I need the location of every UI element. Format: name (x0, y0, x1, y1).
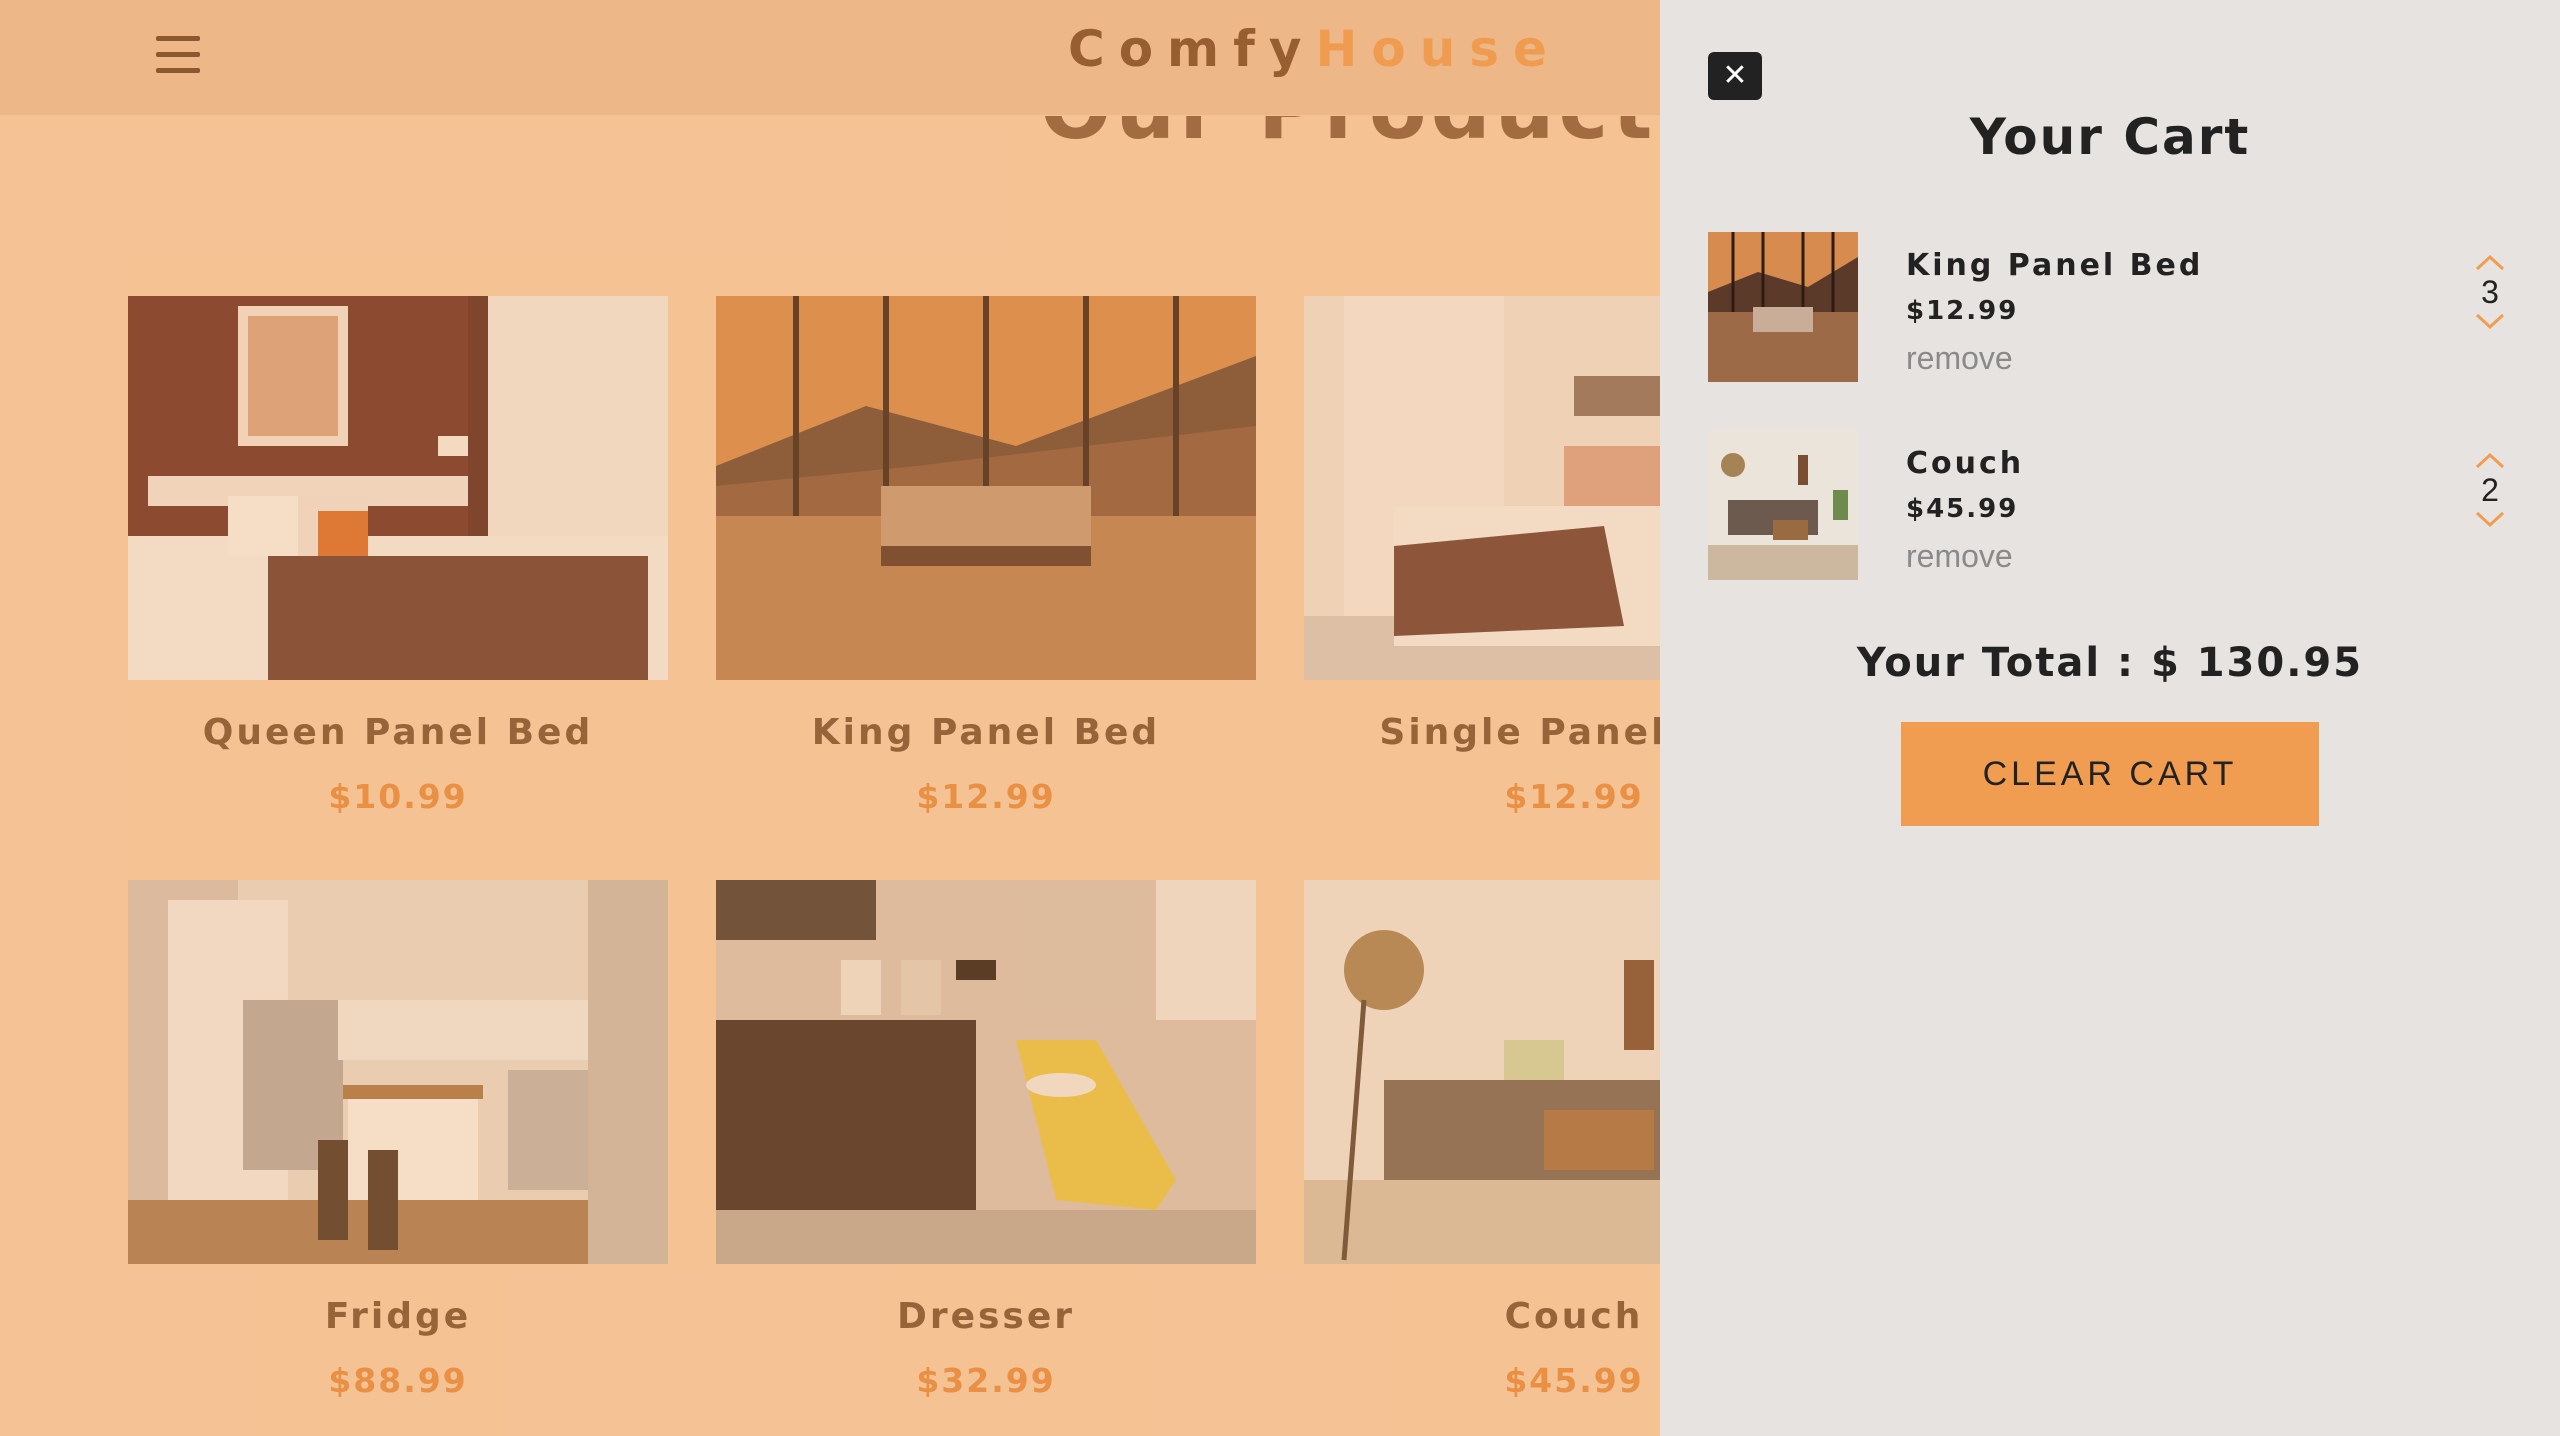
cart-item: Couch $45.99 remove 2 (1708, 430, 2528, 582)
cart-total: Your Total : $ 130.95 (1856, 640, 2364, 686)
product-price: $12.99 (916, 777, 1056, 816)
close-icon[interactable]: ✕ (1708, 52, 1762, 100)
cart-item-image (1708, 430, 1858, 580)
product-image[interactable] (128, 296, 668, 680)
product-price: $45.99 (1504, 1361, 1644, 1400)
product-name: Couch (1504, 1296, 1644, 1337)
remove-button[interactable]: remove (1906, 340, 2013, 377)
quantity-value: 2 (2481, 472, 2499, 508)
logo-part2: House (1315, 20, 1561, 78)
cart-item: King Panel Bed $12.99 remove 3 (1708, 232, 2528, 384)
product-card[interactable]: Single Panel Bed $12.99 (1304, 296, 1660, 816)
cart-item-price: $45.99 (1906, 494, 2019, 524)
product-price: $12.99 (1504, 777, 1644, 816)
product-card[interactable]: Couch $45.99 (1304, 880, 1660, 1400)
chevron-down-icon[interactable] (2474, 510, 2506, 530)
chevron-up-icon[interactable] (2474, 252, 2506, 272)
product-name: Queen Panel Bed (202, 712, 594, 753)
cart-item-image (1708, 232, 1858, 382)
product-card[interactable]: Fridge $88.99 (128, 880, 668, 1400)
chevron-down-icon[interactable] (2474, 312, 2506, 332)
navbar: ComfyHouse (0, 0, 1660, 115)
cart-item-price: $12.99 (1906, 296, 2019, 326)
product-image[interactable] (716, 880, 1256, 1264)
product-name: Single Panel Bed (1379, 712, 1660, 753)
product-name: King Panel Bed (811, 712, 1161, 753)
product-card[interactable]: King Panel Bed $12.99 (716, 296, 1256, 816)
quantity-value: 3 (2481, 274, 2499, 310)
quantity-stepper: 2 (2466, 450, 2514, 530)
menu-icon[interactable] (156, 36, 200, 76)
products-page: Our Products Queen Panel Bed $10.99 (0, 0, 1660, 1436)
product-price: $10.99 (328, 777, 468, 816)
logo-part1: Comfy (1068, 20, 1316, 78)
product-image[interactable] (716, 296, 1256, 680)
product-name: Fridge (324, 1296, 472, 1337)
cart-title: Your Cart (1969, 108, 2251, 166)
chevron-up-icon[interactable] (2474, 450, 2506, 470)
cart-panel: ✕ Your Cart King Panel Bed $12.99 remove… (1660, 0, 2560, 1436)
product-price: $32.99 (916, 1361, 1056, 1400)
product-image[interactable] (1304, 880, 1660, 1264)
product-card[interactable]: Dresser $32.99 (716, 880, 1256, 1400)
product-image[interactable] (128, 880, 668, 1264)
product-image[interactable] (1304, 296, 1660, 680)
remove-button[interactable]: remove (1906, 538, 2013, 575)
product-name: Dresser (896, 1296, 1076, 1337)
logo: ComfyHouse (1068, 20, 1561, 78)
cart-item-name: Couch (1906, 446, 2025, 481)
cart-item-name: King Panel Bed (1906, 248, 2204, 283)
product-price: $88.99 (328, 1361, 468, 1400)
quantity-stepper: 3 (2466, 252, 2514, 332)
product-card[interactable]: Queen Panel Bed $10.99 (128, 296, 668, 816)
clear-cart-button[interactable]: CLEAR CART (1901, 722, 2319, 826)
